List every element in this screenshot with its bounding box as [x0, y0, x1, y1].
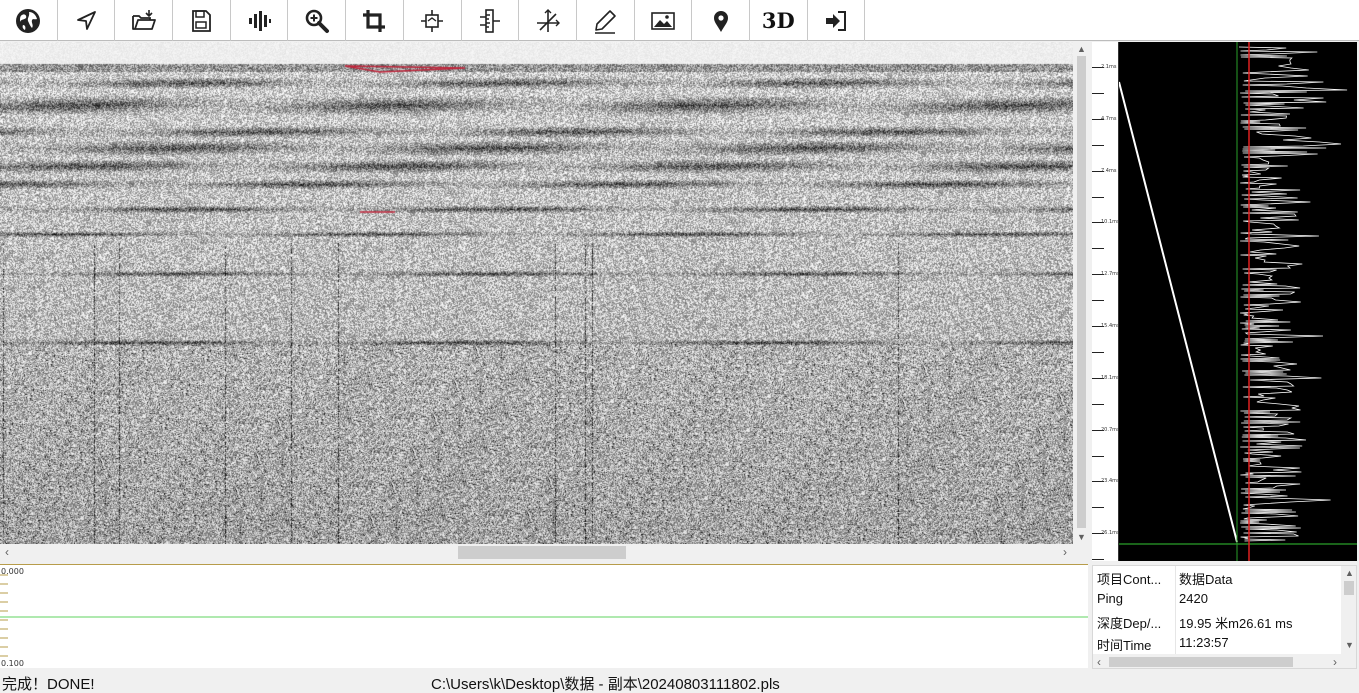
info-key: Ping: [1097, 591, 1124, 606]
gain-button[interactable]: [404, 0, 462, 41]
save-button[interactable]: [173, 0, 231, 41]
info-key: 深度Dep/...: [1097, 616, 1162, 631]
status-file-path: C:\Users\k\Desktop\数据 - 副本\2024080311180…: [431, 676, 780, 693]
scroll-right-arrow-icon[interactable]: ›: [1333, 655, 1337, 668]
ping-amplitude-trace: [1238, 46, 1348, 542]
sonar-vertical-scrollbar[interactable]: ▲ ▼: [1073, 42, 1090, 544]
scroll-down-arrow-icon[interactable]: ▼: [1345, 640, 1354, 650]
info-key: 时间Time: [1097, 638, 1152, 653]
ruler-tick: [1092, 248, 1104, 250]
ruler-tick-label: 2.1ms: [1101, 64, 1117, 70]
marker-button[interactable]: [692, 0, 750, 41]
info-row-depth: 深度Dep/... 19.95 米m26.61 ms: [1093, 610, 1341, 632]
ruler-tick-label: 15.4ms: [1101, 323, 1120, 329]
depth-ruler: 2.1ms 4.7ms 7.4ms 10.1ms 12.7ms 15.4ms 18.1ms 2…: [1092, 42, 1120, 561]
info-value: 11:23:57: [1179, 635, 1229, 650]
navigate-button[interactable]: [58, 0, 116, 41]
scroll-left-arrow-icon[interactable]: ‹: [0, 544, 14, 561]
crop-icon: [363, 9, 386, 32]
ruler-tick-label: 23.4ms: [1101, 478, 1120, 485]
toolbar: 3D: [0, 0, 1359, 41]
sonar-echogram-canvas: [0, 42, 1073, 544]
box-arrows-icon: [421, 9, 444, 32]
info-value: 2420: [1179, 591, 1208, 606]
info-value: 19.95 米m26.61 ms: [1179, 616, 1293, 631]
status-message: 完成！DONE!: [2, 676, 95, 693]
ruler-tick: [1092, 507, 1104, 509]
bottom-line-chart: 0.000 0.100: [0, 564, 1088, 668]
info-key: 项目Cont...: [1097, 572, 1162, 587]
ruler-button[interactable]: [462, 0, 520, 41]
sonar-viewer-window: 3D ▲ ▼ ‹ › 2.1ms 4.7ms 7.4ms 10.1ms 12.7ms 15…: [0, 0, 1359, 693]
info-row-time: 时间Time 11:23:57: [1093, 632, 1341, 654]
zoom-in-icon: [305, 9, 329, 33]
view-3d-button[interactable]: 3D: [750, 0, 808, 41]
scroll-right-arrow-icon[interactable]: ›: [1058, 544, 1072, 561]
ruler-tick-label: 18.1ms: [1101, 374, 1120, 381]
ruler-tick: [1092, 144, 1104, 146]
status-bar: 完成！DONE! C:\Users\k\Desktop\数据 - 副本\2024…: [0, 670, 1359, 693]
axis-cross-icon: [536, 8, 560, 32]
navigation-arrow-icon: [77, 10, 96, 30]
folder-open-icon: [131, 9, 156, 30]
single-ping-profile-panel: 2.1ms 4.7ms 7.4ms 10.1ms 12.7ms 15.4ms 18.1ms 2…: [1092, 42, 1357, 561]
info-vertical-scroll-thumb[interactable]: [1344, 581, 1354, 595]
chart-bottom-label: 0.100: [1, 659, 24, 668]
pen-icon: [595, 9, 617, 34]
ping-info-grid: 项目Cont... 数据Data Ping 2420 深度Dep/... 19.…: [1092, 565, 1357, 669]
info-vertical-scrollbar[interactable]: ▲ ▼: [1341, 566, 1356, 654]
ruler-tick: [1092, 403, 1104, 405]
exit-button[interactable]: [808, 0, 866, 41]
ruler-tick-label: 4.7ms: [1101, 115, 1117, 122]
ruler-tick-label: 7.4ms: [1101, 167, 1117, 174]
horizontal-scroll-thumb[interactable]: [458, 546, 626, 559]
waveform-bars-icon: [249, 10, 272, 31]
ruler-tick: [1092, 455, 1104, 457]
ruler-tick: [1092, 300, 1104, 302]
gain-curve-line: [1118, 81, 1238, 543]
ruler-tick: [1092, 196, 1104, 198]
sonar-horizontal-scrollbar[interactable]: ‹ ›: [0, 544, 1073, 561]
info-row-ping: Ping 2420: [1093, 588, 1341, 610]
ping-trace-svg: [1118, 42, 1357, 561]
signal-button[interactable]: [231, 0, 289, 41]
scroll-up-arrow-icon[interactable]: ▲: [1345, 568, 1354, 578]
crop-button[interactable]: [346, 0, 404, 41]
image-button[interactable]: [635, 0, 693, 41]
sonar-profile-image[interactable]: [0, 42, 1073, 544]
ruler-tick-label: 20.7ms: [1101, 426, 1120, 433]
ruler-tick: [1092, 559, 1104, 561]
bottom-chart-svg: [0, 574, 1088, 657]
info-horizontal-scroll-thumb[interactable]: [1109, 657, 1293, 667]
exit-arrow-icon: [825, 10, 846, 31]
ruler-icon: [479, 8, 500, 33]
info-value: 数据Data: [1179, 572, 1233, 587]
ruler-tick-label: 26.1ms: [1101, 530, 1120, 537]
globe-icon: [16, 8, 41, 33]
vertical-scroll-thumb[interactable]: [1077, 56, 1086, 528]
scroll-down-arrow-icon[interactable]: ▼: [1073, 530, 1090, 544]
map-pin-icon: [713, 10, 728, 32]
axis-button[interactable]: [519, 0, 577, 41]
ruler-tick-label: 10.1ms: [1101, 219, 1120, 226]
info-horizontal-scrollbar[interactable]: ‹ ›: [1093, 654, 1356, 668]
view-3d-label: 3D: [761, 8, 795, 33]
ruler-tick-label: 12.7ms: [1101, 271, 1120, 278]
info-row-content: 项目Cont... 数据Data: [1093, 566, 1341, 588]
ping-trace-plot: [1118, 42, 1357, 561]
floppy-disk-icon: [192, 9, 212, 32]
ruler-tick: [1092, 351, 1104, 353]
image-icon: [651, 11, 675, 30]
annotate-button[interactable]: [577, 0, 635, 41]
open-folder-button[interactable]: [115, 0, 174, 41]
zoom-button[interactable]: [288, 0, 347, 41]
globe-button[interactable]: [0, 0, 58, 41]
scroll-left-arrow-icon[interactable]: ‹: [1097, 655, 1101, 668]
ruler-tick: [1092, 92, 1104, 94]
scroll-up-arrow-icon[interactable]: ▲: [1073, 42, 1090, 56]
